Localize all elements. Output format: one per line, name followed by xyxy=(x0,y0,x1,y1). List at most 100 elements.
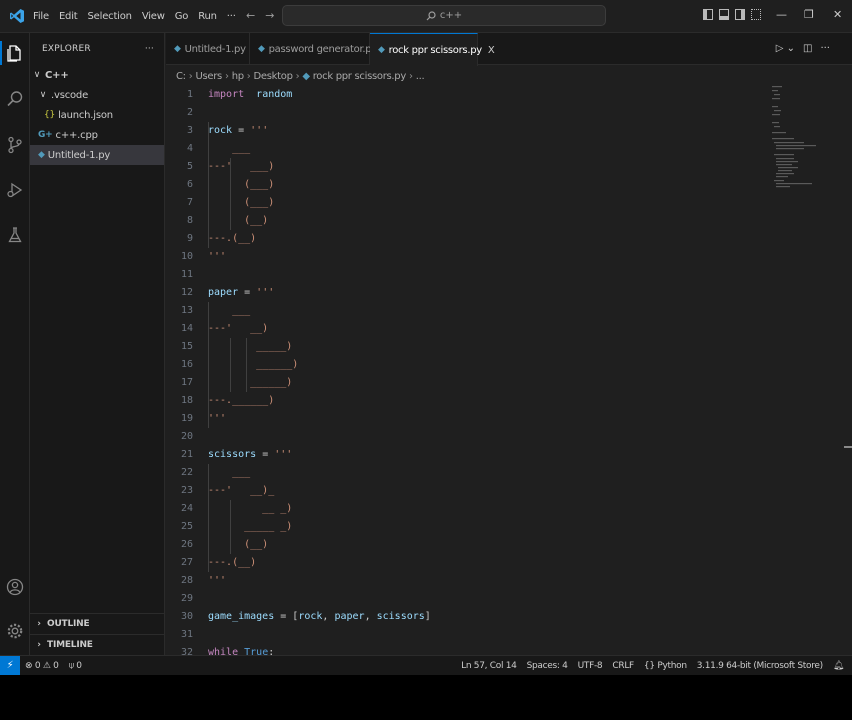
breadcrumb-desktop[interactable]: Desktop xyxy=(253,71,292,82)
run-python-file-icon[interactable]: ▷ ⌄ xyxy=(776,43,795,54)
restore-icon[interactable]: ❐ xyxy=(804,8,814,21)
notifications-bell-icon[interactable]: 🔔︎ xyxy=(833,661,844,671)
code-line[interactable]: 10 ''' xyxy=(166,248,766,266)
code-line[interactable]: 6 (___) xyxy=(166,176,766,194)
code-line[interactable]: 23 ---' __)_ xyxy=(166,482,766,500)
python-interpreter[interactable]: 3.11.9 64-bit (Microsoft Store) xyxy=(697,661,823,671)
toggle-secondary-sidebar-icon[interactable] xyxy=(735,9,745,20)
code-line[interactable]: 2 xyxy=(166,104,766,122)
code-line[interactable]: 21 scissors = ''' xyxy=(166,446,766,464)
toggle-panel-icon[interactable] xyxy=(719,9,729,20)
code-line[interactable]: 13 ___ xyxy=(166,302,766,320)
code-token: ___ xyxy=(208,143,251,154)
chevron-right-icon: › xyxy=(295,70,300,82)
command-center-search[interactable]: c++ xyxy=(282,5,606,26)
code-line[interactable]: 1 import random xyxy=(166,86,766,104)
close-tab-icon[interactable]: X xyxy=(488,45,495,56)
breadcrumb-symbol[interactable]: ... xyxy=(416,71,425,82)
problems-indicator[interactable]: ⊗ 0 ⚠ 0 xyxy=(25,661,59,671)
tree-file-cpp[interactable]: G+ c++.cpp xyxy=(30,125,164,145)
menu-more[interactable]: ··· xyxy=(222,11,241,22)
vscode-logo-icon[interactable] xyxy=(6,5,28,27)
menu-go[interactable]: Go xyxy=(170,11,193,22)
minimize-icon[interactable]: — xyxy=(776,8,787,21)
remote-window-icon[interactable]: ⚡ xyxy=(0,655,20,675)
menu-edit[interactable]: Edit xyxy=(54,11,83,22)
minimap[interactable] xyxy=(772,86,832,206)
split-editor-icon[interactable]: ◫ xyxy=(803,43,812,54)
code-line[interactable]: 5 ---' ___) xyxy=(166,158,766,176)
tab-password-generator[interactable]: ◆ password generator.py xyxy=(250,33,377,65)
breadcrumb-hp[interactable]: hp xyxy=(232,71,244,82)
code-line[interactable]: 7 (___) xyxy=(166,194,766,212)
breadcrumb-drive[interactable]: C: xyxy=(176,71,186,82)
manage-gear-icon[interactable] xyxy=(0,615,30,647)
code-line[interactable]: 16 ______) xyxy=(166,356,766,374)
code-line[interactable]: 26 (__) xyxy=(166,536,766,554)
code-line[interactable]: 8 (__) xyxy=(166,212,766,230)
code-line[interactable]: 31 xyxy=(166,626,766,644)
indentation-setting[interactable]: Spaces: 4 xyxy=(527,661,568,671)
tab-rock-ppr-scissors[interactable]: ◆ rock ppr scissors.py X xyxy=(370,33,495,66)
code-line[interactable]: 27 ---.(__) xyxy=(166,554,766,572)
close-window-icon[interactable]: ✕ xyxy=(833,8,842,21)
timeline-section[interactable]: › TIMELINE xyxy=(30,634,165,655)
menu-file[interactable]: File xyxy=(28,11,54,22)
code-token: scissors xyxy=(376,611,425,622)
code-line[interactable]: 3 rock = ''' xyxy=(166,122,766,140)
menu-selection[interactable]: Selection xyxy=(83,11,137,22)
code-line[interactable]: 28 ''' xyxy=(166,572,766,590)
run-debug-icon[interactable] xyxy=(0,174,30,206)
chevron-right-icon: › xyxy=(37,619,41,629)
menu-view[interactable]: View xyxy=(137,11,170,22)
language-mode[interactable]: {} Python xyxy=(644,661,687,671)
code-token: import xyxy=(208,89,245,100)
code-line[interactable]: 11 xyxy=(166,266,766,284)
toggle-sidebar-icon[interactable] xyxy=(703,9,713,20)
code-line[interactable]: 30 game_images = [rock, paper, scissors] xyxy=(166,608,766,626)
search-view-icon[interactable] xyxy=(0,83,30,115)
explorer-icon[interactable] xyxy=(0,37,30,69)
code-line[interactable]: 18 ---.______) xyxy=(166,392,766,410)
tree-folder-vscode[interactable]: ∨ .vscode xyxy=(30,85,164,105)
code-line[interactable]: 22 ___ xyxy=(166,464,766,482)
code-line[interactable]: 20 xyxy=(166,428,766,446)
code-line[interactable]: 9 ---.(__) xyxy=(166,230,766,248)
back-arrow-icon[interactable]: ← xyxy=(246,9,255,22)
cursor-position[interactable]: Ln 57, Col 14 xyxy=(461,661,517,671)
code-line[interactable]: 29 xyxy=(166,590,766,608)
outline-section[interactable]: › OUTLINE xyxy=(30,613,165,634)
code-line[interactable]: 4 ___ xyxy=(166,140,766,158)
breadcrumb-users[interactable]: Users xyxy=(195,71,222,82)
code-token: ______) xyxy=(208,377,293,388)
more-actions-icon[interactable]: ··· xyxy=(820,43,830,54)
menu-run[interactable]: Run xyxy=(193,11,222,22)
code-line[interactable]: 32 while True: xyxy=(166,644,766,655)
customize-layout-icon[interactable] xyxy=(751,9,761,20)
testing-flask-icon[interactable] xyxy=(0,219,30,251)
code-line[interactable]: 15 _____) xyxy=(166,338,766,356)
code-line[interactable]: 25 _____ _) xyxy=(166,518,766,536)
code-token: True xyxy=(244,647,269,655)
explorer-more-actions[interactable]: ··· xyxy=(145,44,154,54)
file-encoding[interactable]: UTF-8 xyxy=(578,661,603,671)
forward-arrow-icon[interactable]: → xyxy=(265,9,274,22)
scrollbar-thumb[interactable] xyxy=(844,446,852,448)
accounts-icon[interactable] xyxy=(0,571,30,603)
menu-bar: File Edit Selection View Go Run ··· xyxy=(28,11,241,22)
breadcrumb-file[interactable]: rock ppr scissors.py xyxy=(313,71,407,82)
ports-indicator[interactable]: ⍦ 0 xyxy=(69,661,82,671)
tree-file-launch-json[interactable]: {} launch.json xyxy=(30,105,164,125)
tab-untitled-1[interactable]: ◆ Untitled-1.py xyxy=(166,33,250,65)
line-number: 7 xyxy=(186,197,193,208)
code-line[interactable]: 12 paper = ''' xyxy=(166,284,766,302)
code-line[interactable]: 14 ---' __) xyxy=(166,320,766,338)
code-line[interactable]: 24 __ _) xyxy=(166,500,766,518)
tree-file-untitled-py[interactable]: ◆ Untitled-1.py xyxy=(30,145,164,165)
code-editor[interactable]: 1 import random 2 3 rock = ''' 4 ___ 5 ---' ___… xyxy=(166,86,852,655)
code-line[interactable]: 17 ______) xyxy=(166,374,766,392)
workspace-root[interactable]: ∨ C++ xyxy=(30,65,164,85)
source-control-icon[interactable] xyxy=(0,129,30,161)
end-of-line[interactable]: CRLF xyxy=(612,661,634,671)
code-line[interactable]: 19 ''' xyxy=(166,410,766,428)
